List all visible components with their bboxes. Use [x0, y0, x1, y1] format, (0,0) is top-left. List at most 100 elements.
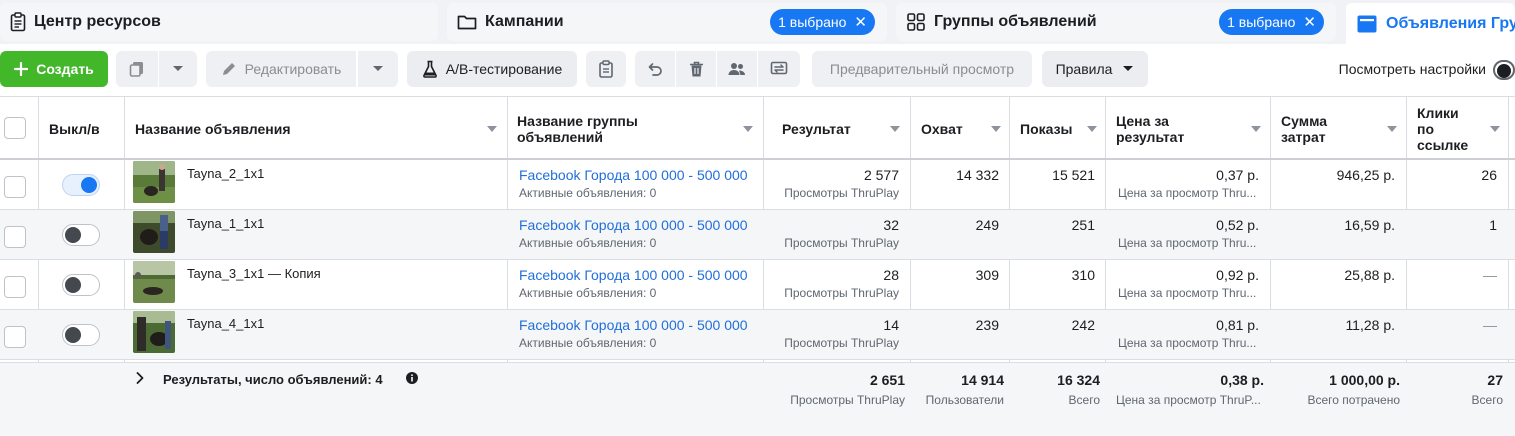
- cpr-subtext: Цена за просмотр Thru...: [1118, 186, 1257, 200]
- share-button[interactable]: [758, 51, 800, 87]
- badge-text: 1 выбрано: [778, 14, 847, 30]
- selected-badge-campaigns[interactable]: 1 выбрано ✕: [770, 9, 875, 35]
- column-header-amount-spent[interactable]: Сумма затрат: [1271, 97, 1407, 158]
- tab-label: Группы объявлений: [934, 13, 1097, 30]
- ad-toggle-switch[interactable]: [62, 174, 100, 196]
- column-header-toggle[interactable]: Выкл/в: [39, 97, 125, 158]
- edit-button[interactable]: Редактировать: [206, 51, 356, 87]
- tab-label: Кампании: [485, 13, 564, 30]
- info-icon[interactable]: [406, 372, 418, 384]
- edit-dropdown[interactable]: [358, 51, 398, 87]
- row-checkbox[interactable]: [4, 176, 26, 198]
- sort-caret-icon[interactable]: [991, 126, 1001, 132]
- ad-toggle-switch[interactable]: [62, 274, 100, 296]
- close-icon[interactable]: ✕: [854, 13, 867, 31]
- column-header-impressions[interactable]: Показы: [1010, 97, 1106, 158]
- ad-toggle-switch[interactable]: [62, 324, 100, 346]
- ad-name[interactable]: Tayna_4_1x1: [187, 316, 264, 331]
- summary-clicks: 27: [1487, 372, 1503, 388]
- duplicate-button[interactable]: [116, 51, 158, 87]
- audience-button[interactable]: [717, 51, 757, 87]
- table-row[interactable]: Tayna_2_1x1 Facebook Города 100 000 - 50…: [0, 160, 1515, 210]
- result-subtext: Просмотры ThruPlay: [784, 186, 899, 200]
- column-header-adset-name[interactable]: Название группы объявлений: [508, 97, 764, 158]
- tab-campaigns[interactable]: Кампании 1 выбрано ✕: [447, 3, 887, 41]
- preview-button[interactable]: Предварительный просмотр: [812, 51, 1032, 87]
- reach-value: 309: [975, 267, 999, 283]
- grid-icon: [906, 12, 926, 32]
- sort-caret-icon[interactable]: [1087, 126, 1097, 132]
- sort-caret-icon[interactable]: [1490, 126, 1500, 132]
- clipboard-icon: [10, 12, 26, 32]
- delete-button[interactable]: [676, 51, 716, 87]
- ad-name[interactable]: Tayna_1_1x1: [187, 216, 264, 231]
- row-checkbox[interactable]: [4, 276, 26, 298]
- column-header-link-clicks[interactable]: Клики по ссылке: [1407, 97, 1509, 158]
- row-checkbox[interactable]: [4, 226, 26, 248]
- result-value: 28: [883, 267, 899, 283]
- column-header-reach[interactable]: Охват: [911, 97, 1010, 158]
- selected-badge-adsets[interactable]: 1 выбрано ✕: [1219, 9, 1324, 35]
- row-checkbox[interactable]: [4, 326, 26, 348]
- cpr-value: 0,37 р.: [1216, 167, 1259, 183]
- tab-adsets[interactable]: Группы объявлений 1 выбрано ✕: [896, 3, 1336, 41]
- ad-thumbnail[interactable]: [133, 311, 175, 353]
- select-all-checkbox[interactable]: [4, 117, 26, 139]
- cpr-subtext: Цена за просмотр Thru...: [1118, 236, 1257, 250]
- summary-result-subtext: Просмотры ThruPlay: [790, 393, 905, 407]
- clipboard-icon: [599, 60, 613, 78]
- column-header-ad-name[interactable]: Название объявления: [125, 97, 508, 158]
- ad-toggle-switch[interactable]: [62, 224, 100, 246]
- spend-value: 946,25 р.: [1336, 167, 1395, 183]
- adset-link[interactable]: Facebook Города 100 000 - 500 000: [519, 267, 748, 283]
- ab-test-button[interactable]: A/B-тестирование: [407, 51, 577, 87]
- ad-thumbnail[interactable]: [133, 161, 175, 203]
- sort-caret-icon[interactable]: [1387, 126, 1397, 132]
- column-header-result[interactable]: Результат: [764, 97, 911, 158]
- caret-down-icon: [172, 65, 184, 73]
- ad-thumbnail[interactable]: [133, 211, 175, 253]
- summary-spend-subtext: Всего потрачено: [1307, 393, 1400, 407]
- result-subtext: Просмотры ThruPlay: [784, 286, 899, 300]
- impressions-value: 15 521: [1052, 167, 1095, 183]
- table-row[interactable]: Tayna_4_1x1 Facebook Города 100 000 - 50…: [0, 310, 1515, 360]
- clicks-value: —: [1483, 317, 1497, 333]
- ad-name[interactable]: Tayna_3_1x1 — Копия: [187, 266, 321, 281]
- adset-link[interactable]: Facebook Города 100 000 - 500 000: [519, 317, 748, 333]
- undo-button[interactable]: [635, 51, 675, 87]
- rules-dropdown[interactable]: Правила: [1042, 51, 1148, 87]
- sort-caret-icon[interactable]: [743, 126, 753, 132]
- pencil-icon: [221, 61, 237, 77]
- chevron-right-icon[interactable]: [136, 372, 144, 384]
- create-button[interactable]: Создать: [0, 51, 108, 87]
- table-row[interactable]: Tayna_1_1x1 Facebook Города 100 000 - 50…: [0, 210, 1515, 260]
- impressions-value: 251: [1071, 217, 1095, 233]
- clicks-value: 1: [1489, 217, 1497, 233]
- clipboard-button[interactable]: [586, 51, 626, 87]
- adset-subtext: Активные объявления: 0: [519, 236, 657, 250]
- summary-spend: 1 000,00 р.: [1329, 372, 1400, 388]
- impressions-value: 310: [1071, 267, 1095, 283]
- caret-down-icon: [1122, 65, 1134, 73]
- view-settings-toggle[interactable]: [1493, 60, 1515, 80]
- sort-caret-icon[interactable]: [890, 126, 900, 132]
- column-header-cost-per-result[interactable]: Цена за результат: [1106, 97, 1271, 158]
- sort-caret-icon[interactable]: [1251, 126, 1261, 132]
- sort-caret-icon[interactable]: [487, 126, 497, 132]
- summary-label: Результаты, число объявлений: 4: [163, 372, 383, 387]
- summary-reach: 14 914: [961, 372, 1004, 388]
- adset-link[interactable]: Facebook Города 100 000 - 500 000: [519, 167, 748, 183]
- cpr-subtext: Цена за просмотр Thru...: [1118, 336, 1257, 350]
- tab-resource-center[interactable]: Центр ресурсов: [0, 3, 438, 41]
- close-icon[interactable]: ✕: [1303, 13, 1316, 31]
- duplicate-dropdown[interactable]: [159, 51, 197, 87]
- ad-thumbnail[interactable]: [133, 261, 175, 303]
- spend-value: 25,88 р.: [1344, 267, 1395, 283]
- trash-icon: [689, 61, 704, 78]
- result-subtext: Просмотры ThruPlay: [784, 336, 899, 350]
- ad-name[interactable]: Tayna_2_1x1: [187, 166, 264, 181]
- reach-value: 239: [975, 317, 999, 333]
- tab-ads[interactable]: Объявления Гру: [1346, 3, 1515, 44]
- adset-link[interactable]: Facebook Города 100 000 - 500 000: [519, 217, 748, 233]
- table-row[interactable]: Tayna_3_1x1 — Копия Facebook Города 100 …: [0, 260, 1515, 310]
